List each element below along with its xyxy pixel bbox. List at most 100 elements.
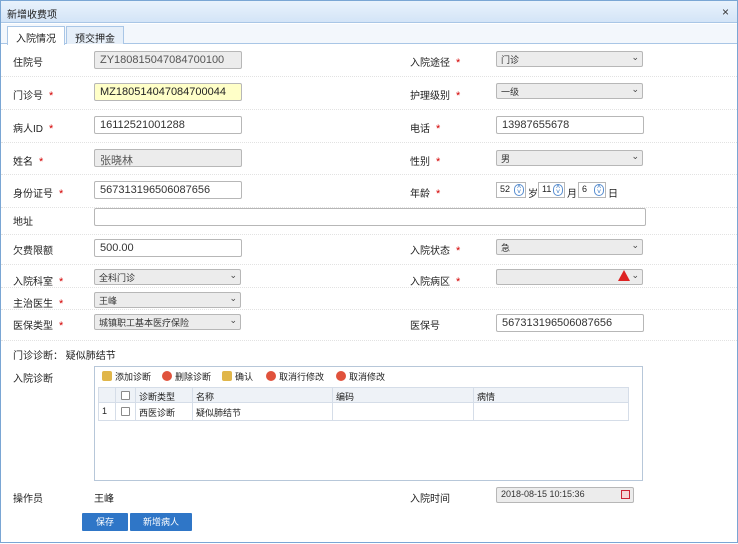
insurance-no-field[interactable]: 567313196506087656 (496, 314, 644, 332)
tab-admission-info[interactable]: 入院情况 (7, 26, 65, 45)
age-years-stepper[interactable]: 52 ˄ ˅ (496, 182, 526, 198)
save-button[interactable]: 保存 (82, 513, 128, 531)
minus-circle-icon (162, 371, 172, 381)
phone-field[interactable]: 13987655678 (496, 116, 644, 134)
form-row: 门诊诊断： 疑似肺结节 (1, 341, 737, 363)
doctor-select[interactable]: 王峰 ⌄ (94, 292, 241, 308)
tab-prepayment[interactable]: 预交押金 (66, 26, 124, 45)
chevron-down-icon: ⌄ (631, 240, 639, 250)
admission-route-label: 入院途径 * (410, 57, 461, 69)
dialog-window: 新增收费项 × 入院情况 预交押金 住院号 ZY1808150470847001… (0, 0, 738, 543)
admission-time-field[interactable]: 2018-08-15 10:15:36 (496, 487, 634, 503)
required-mark: * (59, 298, 64, 310)
delete-diagnosis-button[interactable]: 删除诊断 (162, 370, 211, 383)
gender-select[interactable]: 男 ⌄ (496, 150, 643, 166)
row-checkbox[interactable] (121, 407, 130, 416)
diagnosis-code-cell[interactable] (333, 403, 474, 421)
required-mark: * (59, 320, 64, 332)
patient-id-field[interactable]: 16112521001288 (94, 116, 242, 134)
chevron-down-icon: ⌄ (631, 52, 639, 62)
chevron-down-icon: ⌄ (631, 151, 639, 161)
required-mark: * (49, 123, 54, 135)
column-header: 名称 (193, 388, 333, 404)
admission-no-field[interactable]: ZY180815047084700100 (94, 51, 242, 69)
title-bar: 新增收费项 × (1, 1, 737, 23)
insurance-type-label: 医保类型 * (13, 320, 64, 332)
operator-label: 操作员 (13, 494, 43, 505)
required-mark: * (456, 57, 461, 69)
row-number: 1 (99, 403, 116, 421)
insurance-type-select[interactable]: 城镇职工基本医疗保险 ⌄ (94, 314, 241, 330)
spinner-icon[interactable]: ˄ ˅ (553, 184, 563, 196)
admission-route-select[interactable]: 门诊 ⌄ (496, 51, 643, 67)
diagnosis-grid: 添加诊断 删除诊断 确认 取消行修改 取消修改 诊断类型 名称 编码 病情 1 … (94, 366, 643, 481)
table-row[interactable]: 1 西医诊断 疑似肺结节 (98, 403, 629, 421)
new-patient-button[interactable]: 新增病人 (130, 513, 192, 531)
pencil-check-icon (222, 371, 232, 381)
close-icon[interactable]: × (722, 5, 729, 19)
form-row: 入院科室 * 全科门诊 ⌄ 入院病区 * ⌄ (1, 265, 737, 288)
column-header: 编码 (333, 388, 474, 404)
warning-icon (618, 270, 630, 281)
tab-bar: 入院情况 预交押金 (1, 24, 737, 45)
insurance-no-label: 医保号 (410, 321, 440, 332)
diagnosis-type-cell[interactable]: 西医诊断 (136, 403, 193, 421)
grid-header: 诊断类型 名称 编码 病情 (98, 387, 629, 404)
form-row: 门诊号 * MZ180514047084700044 护理级别 * 一级 ⌄ (1, 77, 737, 110)
days-unit: 日 (608, 189, 618, 200)
required-mark: * (456, 276, 461, 288)
years-unit: 岁 (528, 189, 538, 200)
spinner-icon[interactable]: ˄ ˅ (514, 184, 524, 196)
ward-label: 入院病区 * (410, 276, 461, 288)
row-select-cell (116, 403, 136, 421)
nursing-level-label: 护理级别 * (410, 90, 461, 102)
column-header: 诊断类型 (136, 388, 193, 404)
phone-label: 电话 * (410, 123, 441, 135)
calendar-icon[interactable] (621, 490, 630, 499)
required-mark: * (49, 90, 54, 102)
age-days-stepper[interactable]: 6 ˄ ˅ (578, 182, 606, 198)
select-all-checkbox[interactable] (121, 391, 130, 400)
arrears-limit-field[interactable]: 500.00 (94, 239, 242, 257)
form-row: 病人ID * 16112521001288 电话 * 13987655678 (1, 110, 737, 143)
diagnosis-name-cell[interactable]: 疑似肺结节 (193, 403, 333, 421)
name-label: 姓名 * (13, 156, 44, 168)
address-field[interactable] (94, 208, 646, 226)
form-row: 住院号 ZY180815047084700100 入院途径 * 门诊 ⌄ (1, 45, 737, 77)
required-mark: * (436, 156, 441, 168)
admission-status-select[interactable]: 急 ⌄ (496, 239, 643, 255)
chevron-down-icon: ⌄ (229, 315, 237, 325)
required-mark: * (59, 276, 64, 288)
admission-no-label: 住院号 (13, 58, 43, 69)
diagnosis-condition-cell[interactable] (474, 403, 629, 421)
department-label: 入院科室 * (13, 276, 64, 288)
id-card-field[interactable]: 567313196506087656 (94, 181, 242, 199)
column-header: 病情 (477, 392, 496, 402)
nursing-level-select[interactable]: 一级 ⌄ (496, 83, 643, 99)
required-mark: * (39, 156, 44, 168)
arrears-limit-label: 欠费限额 (13, 246, 53, 257)
age-months-stepper[interactable]: 11 ˄ ˅ (538, 182, 565, 198)
required-mark: * (59, 188, 64, 200)
form-row: 姓名 * 张晓林 性别 * 男 ⌄ (1, 143, 737, 175)
required-mark: * (436, 188, 441, 200)
confirm-button[interactable]: 确认 (222, 370, 253, 383)
minus-circle-icon (266, 371, 276, 381)
department-select[interactable]: 全科门诊 ⌄ (94, 269, 241, 285)
clinic-no-field[interactable]: MZ180514047084700044 (94, 83, 242, 101)
form-row: 医保类型 * 城镇职工基本医疗保险 ⌄ 医保号 567313196506087656 (1, 310, 737, 341)
cancel-row-edit-button[interactable]: 取消行修改 (266, 370, 324, 383)
form-row: 欠费限额 500.00 入院状态 * 急 ⌄ (1, 235, 737, 265)
minus-circle-icon (336, 371, 346, 381)
window-title: 新增收费项 (7, 10, 57, 21)
pencil-add-icon (102, 371, 112, 381)
spinner-icon[interactable]: ˄ ˅ (594, 184, 604, 196)
form-row: 主治医生 * 王峰 ⌄ (1, 288, 737, 310)
patient-id-label: 病人ID * (13, 123, 54, 135)
diagnosis-toolbar: 添加诊断 删除诊断 确认 取消行修改 取消修改 (95, 367, 642, 385)
add-diagnosis-button[interactable]: 添加诊断 (102, 370, 151, 383)
outpatient-diagnosis: 门诊诊断： 疑似肺结节 (13, 351, 116, 362)
cancel-edit-button[interactable]: 取消修改 (336, 370, 385, 383)
form-content: 住院号 ZY180815047084700100 入院途径 * 门诊 ⌄ 门诊号 * … (1, 45, 737, 544)
name-field[interactable]: 张晓林 (94, 149, 242, 167)
